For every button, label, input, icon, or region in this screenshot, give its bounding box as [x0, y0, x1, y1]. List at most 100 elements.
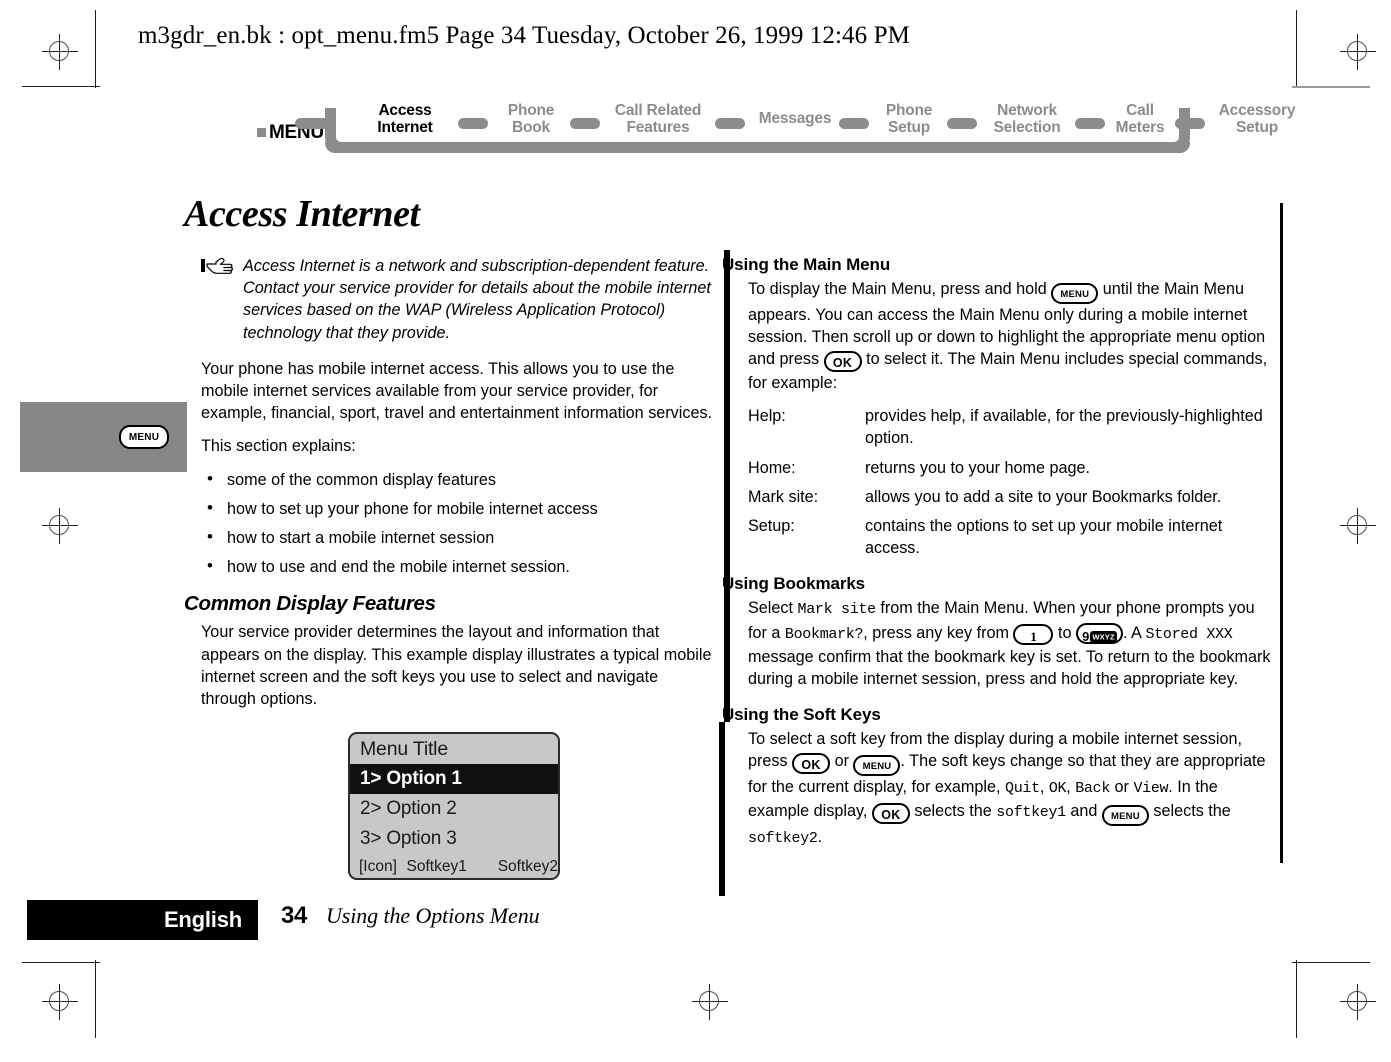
registration-mark-left — [42, 508, 78, 544]
soft-keys-text-9: and — [1065, 802, 1102, 821]
soft-keys-text-8: selects the — [909, 802, 997, 821]
footer-language-badge: English — [27, 900, 258, 940]
section-heading-common-display-features: Common Display Features — [184, 592, 436, 616]
crop-mark-top-left-horizontal — [22, 86, 100, 87]
registration-mark-bottom-center — [692, 984, 728, 1020]
menu-map-item-access-internet[interactable]: Access Internet — [359, 102, 451, 136]
display-option-row-selected[interactable]: 1> Option 1 — [350, 764, 558, 794]
soft-keys-text-11: . — [817, 827, 823, 846]
definition-description: contains the options to set up your mobi… — [865, 516, 1223, 558]
lcd-text-mark-site: Mark site — [797, 601, 877, 619]
document-page: m3gdr_en.bk : opt_menu.fm5 Page 34 Tuesd… — [0, 0, 1391, 1062]
subheading-using-bookmarks: Using Bookmarks — [722, 574, 866, 594]
bookmarks-paragraph: Select Mark site from the Main Menu. Whe… — [748, 597, 1276, 690]
digit-9-letters: WXYZ — [1090, 630, 1117, 643]
lcd-text-back: Back — [1075, 779, 1111, 797]
ok-key-icon: OK — [792, 753, 831, 775]
list-item: how to set up your phone for mobile inte… — [201, 497, 713, 520]
menu-map-item-messages[interactable]: Messages — [749, 110, 841, 127]
menu-map-connector-stub — [295, 118, 329, 129]
menu-map-connector-7 — [1175, 118, 1205, 129]
note-text: Access Internet is a network and subscri… — [243, 257, 711, 342]
bookmarks-text-5: . A — [1122, 623, 1146, 642]
ok-key-icon: OK — [823, 350, 862, 372]
lcd-text-view: View — [1133, 779, 1169, 797]
menu-map-connector-4 — [839, 118, 869, 129]
registration-mark-top-left — [42, 34, 78, 70]
soft-keys-text-4: , — [1039, 777, 1049, 796]
main-menu-text-a: To display the Main Menu, press and hold — [748, 280, 1052, 298]
digit-9-glyph: 9 — [1082, 628, 1090, 644]
definition-description: provides help, if available, for the pre… — [865, 407, 1263, 448]
definition-term: Setup: — [748, 516, 795, 535]
footer-section-title: Using the Options Menu — [326, 903, 540, 928]
registration-mark-bottom-left — [42, 984, 78, 1020]
main-menu-command-list: Help: provides help, if available, for t… — [748, 405, 1276, 559]
menu-map-item-phone-book[interactable]: Phone Book — [495, 102, 567, 136]
crop-mark-top-left-vertical — [95, 10, 96, 88]
display-softkey-1[interactable]: Softkey1 — [407, 854, 498, 878]
right-margin-rule — [1280, 203, 1283, 863]
digit-9-key-icon: 9 WXYZ — [1075, 623, 1123, 645]
registration-mark-bottom-right — [1340, 984, 1376, 1020]
registration-mark-top-right — [1340, 34, 1376, 70]
display-softkey-2[interactable]: Softkey2 — [498, 854, 558, 878]
definition-description: allows you to add a site to your Bookmar… — [865, 487, 1222, 506]
page-title: Access Internet — [184, 193, 420, 235]
left-column: Access Internet is a network and subscri… — [184, 255, 713, 721]
lcd-text-quit: Quit — [1005, 779, 1040, 797]
subheading-using-the-soft-keys: Using the Soft Keys — [722, 705, 881, 725]
margin-tab-menu[interactable]: MENU — [20, 402, 187, 472]
crop-mark-top-right-vertical — [1296, 10, 1297, 88]
soft-keys-text-6: or — [1110, 777, 1134, 796]
menu-key-icon: MENU — [1051, 282, 1099, 304]
left-bullet-list: some of the common display features how … — [201, 468, 713, 579]
crop-mark-bottom-left-horizontal — [22, 962, 100, 963]
menu-map-connector-3 — [715, 118, 745, 129]
pointing-hand-icon — [201, 257, 241, 276]
bookmarks-text-4: to — [1053, 623, 1076, 642]
soft-keys-text-5: , — [1066, 777, 1076, 796]
definition-row: Home: returns you to your home page. — [748, 457, 1276, 479]
bookmarks-text-6: message confirm that the bookmark key is… — [748, 647, 1271, 688]
menu-map-item-phone-setup[interactable]: Phone Setup — [873, 102, 945, 136]
lcd-text-bookmark-prompt: Bookmark? — [784, 625, 864, 643]
display-option-row[interactable]: 3> Option 3 — [350, 824, 558, 854]
menu-map-item-call-related-features[interactable]: Call Related Features — [604, 102, 712, 136]
menu-map-item-network-selection[interactable]: Network Selection — [981, 102, 1073, 136]
main-menu-paragraph: To display the Main Menu, press and hold… — [748, 278, 1276, 394]
column-divider-lower — [719, 722, 725, 896]
menu-map-item-call-meters[interactable]: Call Meters — [1107, 102, 1173, 136]
list-item: how to start a mobile internet session — [201, 526, 713, 549]
crop-mark-bottom-right-vertical — [1296, 960, 1297, 1038]
menu-map-item-accessory-setup[interactable]: Accessory Setup — [1209, 102, 1305, 136]
ok-key-icon: OK — [871, 803, 910, 825]
display-menu-title: Menu Title — [360, 738, 448, 760]
footer-page-number: 34 — [281, 902, 308, 929]
left-paragraph-3: Your service provider determines the lay… — [201, 623, 712, 709]
soft-keys-text-2: or — [830, 752, 854, 771]
menu-key-icon: MENU — [119, 425, 169, 449]
menu-map-connector-2 — [570, 118, 600, 129]
definition-term: Mark site: — [748, 487, 819, 506]
subheading-using-the-main-menu: Using the Main Menu — [722, 255, 891, 274]
crop-mark-top-right-horizontal — [1292, 86, 1370, 88]
lcd-text-stored: Stored XXX — [1145, 625, 1233, 643]
menu-map-breadcrumb: MENU Access Internet Phone Book Call Rel… — [255, 102, 1296, 178]
list-item: how to use and end the mobile internet s… — [201, 555, 713, 578]
definition-description: returns you to your home page. — [865, 458, 1090, 477]
bookmarks-text-1: Select — [748, 599, 798, 618]
display-option-row[interactable]: 2> Option 2 — [350, 794, 558, 824]
menu-map-rail — [325, 142, 1190, 153]
lcd-text-softkey2: softkey2 — [748, 829, 818, 847]
definition-row: Help: provides help, if available, for t… — [748, 405, 1276, 449]
crop-mark-bottom-right-horizontal — [1292, 962, 1370, 963]
menu-map-connector-6 — [1075, 118, 1105, 129]
display-icon-placeholder: [Icon] — [359, 858, 397, 875]
definition-row: Setup: contains the options to set up yo… — [748, 515, 1276, 559]
right-column: Using the Main Menu To display the Main … — [722, 255, 1276, 861]
soft-keys-text-10: selects the — [1148, 802, 1231, 821]
display-softkey-bar: [Icon] Softkey1 Softkey2 — [350, 854, 558, 878]
bookmarks-text-3: , press any key from — [863, 623, 1014, 642]
document-header-line: m3gdr_en.bk : opt_menu.fm5 Page 34 Tuesd… — [138, 22, 910, 49]
